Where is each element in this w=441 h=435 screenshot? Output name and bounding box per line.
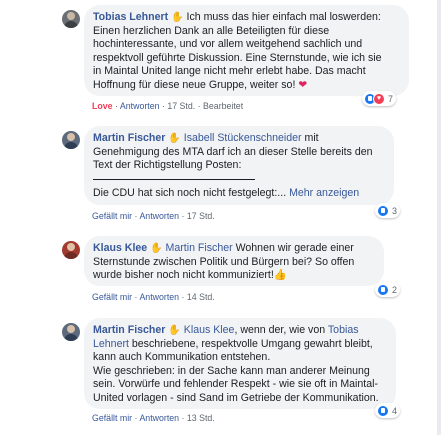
author-name[interactable]: Martin Fischer: [93, 132, 165, 144]
comment-text: Ich muss das hier einfach mal loswerden:: [183, 11, 381, 23]
reactions-summary[interactable]: ♥ 7: [362, 91, 397, 106]
mention-link[interactable]: Klaus Klee: [184, 324, 235, 336]
avatar[interactable]: [62, 131, 80, 149]
comment-text: Wohnen wir gerade einer: [232, 242, 354, 254]
comment-text: Text der Richtigstellung Posten:: [93, 159, 242, 172]
reply-button[interactable]: Antworten: [139, 413, 179, 423]
author-name[interactable]: Martin Fischer: [93, 324, 165, 336]
wave-icon: ✋: [168, 325, 181, 336]
reactions-summary[interactable]: 4: [375, 403, 401, 418]
love-reaction-icon: ♥: [373, 92, 385, 105]
reactions-summary[interactable]: 2: [375, 282, 401, 297]
timestamp[interactable]: 14 Std.: [187, 292, 215, 302]
timestamp[interactable]: 17 Std.: [187, 211, 215, 221]
comment-text: Sternstunde zwischen Politik und Bürgern…: [93, 255, 355, 268]
comment-text: mit: [301, 132, 319, 144]
avatar[interactable]: [62, 323, 80, 341]
like-button[interactable]: Gefällt mir: [92, 211, 132, 221]
reaction-count: 3: [392, 205, 398, 216]
comment-text: Die CDU hat sich noch nicht festgelegt:.…: [93, 186, 290, 199]
comment-text: Genehmigung des MTA darf ich an dieser S…: [93, 145, 373, 158]
wave-icon: ✋: [168, 133, 181, 144]
reactions-summary[interactable]: 3: [375, 203, 401, 218]
comment-text: in Maintal United lange nicht mehr erleb…: [93, 65, 366, 78]
author-name[interactable]: Tobias Lehnert: [93, 11, 168, 23]
mention-link[interactable]: Tobias: [328, 324, 359, 336]
like-button[interactable]: Gefällt mir: [92, 413, 132, 423]
comment-text: Wie geschrieben: in der Sache kann man a…: [93, 364, 370, 377]
heart-emoji: ❤: [298, 78, 308, 91]
comment-actions: Love · Antworten · 17 Std. · Bearbeitet: [92, 101, 244, 111]
thumbs-up-emoji: 👍: [273, 269, 287, 282]
timestamp[interactable]: 17 Std.: [167, 101, 195, 111]
wave-icon: ✋: [150, 243, 163, 254]
comment-bubble: Martin Fischer ✋ Isabell Stückenschneide…: [84, 126, 394, 205]
reaction-count: 7: [388, 93, 394, 104]
comment-text: wurde bisher noch nicht kommuniziert!: [93, 269, 274, 282]
avatar[interactable]: [62, 241, 80, 259]
comment-text: respektvoll geführte Diskussion. Eine St…: [93, 51, 382, 64]
comment-text: sein. Vorwürfe und fehlender Respekt - w…: [93, 378, 378, 391]
see-more-link[interactable]: Mehr anzeigen: [289, 187, 359, 199]
reply-button[interactable]: Antworten: [139, 292, 179, 302]
comment-text: Hoffnung für diese neue Gruppe, weiter s…: [93, 78, 299, 91]
mention-link[interactable]: Lehnert: [93, 338, 129, 350]
avatar[interactable]: [62, 10, 80, 28]
comment-text: hochinteressante, und vor allem weitgehe…: [93, 38, 363, 51]
like-button[interactable]: Gefällt mir: [92, 292, 132, 302]
mention-link[interactable]: Martin Fischer: [166, 242, 233, 254]
page-edge: [437, 0, 441, 435]
comment-actions: Gefällt mir · Antworten · 13 Std.: [92, 413, 215, 423]
comment-text: , wenn der, wie von: [234, 324, 328, 336]
divider: [93, 178, 255, 180]
comment-actions: Gefällt mir · Antworten · 14 Std.: [92, 292, 215, 302]
reply-button[interactable]: Antworten: [120, 101, 160, 111]
reaction-count: 2: [392, 284, 398, 295]
wave-icon: ✋: [171, 12, 184, 23]
comment-text: United vorlagen - sind Sand im Getriebe …: [93, 391, 379, 404]
edited-label: Bearbeitet: [203, 101, 244, 111]
reaction-count: 4: [392, 405, 398, 416]
comment-bubble: Martin Fischer ✋ Klaus Klee, wenn der, w…: [84, 318, 396, 409]
comment-bubble: Tobias Lehnert ✋ Ich muss das hier einfa…: [84, 5, 409, 96]
love-button[interactable]: Love: [92, 101, 113, 111]
author-name[interactable]: Klaus Klee: [93, 242, 147, 254]
like-reaction-icon: [377, 204, 389, 217]
comment-text: Einen herzlichen Dank an alle Beteiligte…: [93, 24, 330, 37]
comment-bubble: Klaus Klee ✋ Martin Fischer Wohnen wir g…: [84, 236, 384, 286]
comment-text: beschriebene, respektvolle Umgang gewahr…: [128, 337, 373, 350]
comment-actions: Gefällt mir · Antworten · 17 Std.: [92, 211, 215, 221]
mention-link[interactable]: Isabell Stückenschneider: [184, 132, 302, 144]
like-reaction-icon: [377, 283, 389, 296]
comment-text: kann auch Kommunikation entstehen.: [93, 351, 271, 364]
timestamp[interactable]: 13 Std.: [187, 413, 215, 423]
like-reaction-icon: [377, 404, 389, 417]
reply-button[interactable]: Antworten: [139, 211, 179, 221]
